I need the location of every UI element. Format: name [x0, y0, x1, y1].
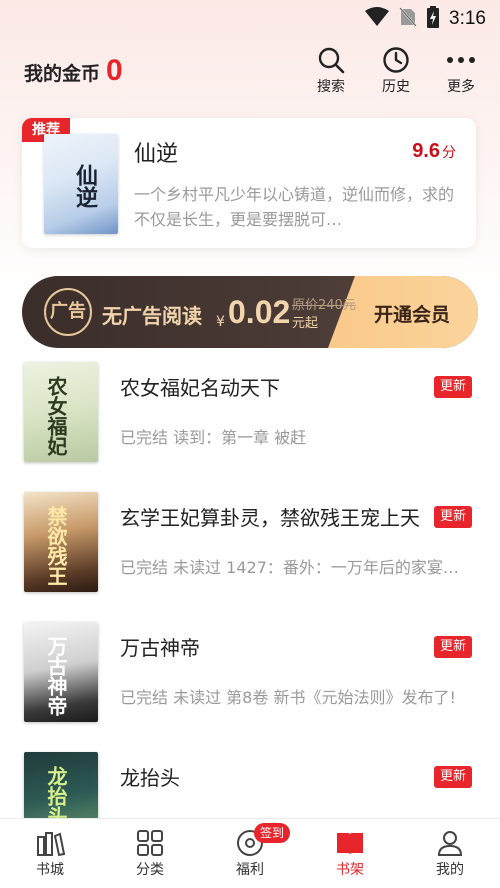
- search-icon: [306, 46, 356, 74]
- cover-title: 龙抬头: [44, 766, 68, 826]
- update-badge: 更新: [434, 376, 472, 398]
- vip-original-price: 原价240元: [292, 298, 356, 313]
- recommend-score: 9.6 分: [412, 140, 456, 163]
- vip-banner[interactable]: 广告 无广告阅读 ¥ 0.02 原价240元 元起 开通会员: [22, 276, 478, 348]
- list-item[interactable]: 万古神帝 万古神帝 已完结 未读过 第8卷 新书《元始法则》发布了! 更新: [0, 622, 500, 742]
- recommend-card[interactable]: 推荐 仙逆 仙逆 9.6 分 一个乡村平凡少年以心铸道，逆仙而修，求的不仅是长生…: [22, 118, 476, 248]
- search-label: 搜索: [317, 79, 345, 95]
- book-cover: 仙逆: [44, 134, 118, 234]
- book-meta: 已完结 读到：第一章 被赶: [120, 428, 307, 447]
- update-badge: 更新: [434, 636, 472, 658]
- recommend-title: 仙逆: [134, 142, 179, 167]
- sign-in-badge[interactable]: 签到: [254, 823, 291, 843]
- open-vip-button[interactable]: 开通会员: [374, 300, 450, 327]
- tab-mine[interactable]: 我的: [420, 829, 480, 879]
- book-meta: 已完结 未读过 第8卷 新书《元始法则》发布了!: [120, 688, 456, 707]
- book-cover: 农女福妃: [24, 362, 98, 462]
- more-icon: [436, 46, 486, 74]
- list-item[interactable]: 禁欲残王 玄学王妃算卦灵，禁欲残王宠上天 已完结 未读过 1427：番外：一万年…: [0, 492, 500, 612]
- update-badge: 更新: [434, 506, 472, 528]
- bookshelf-icon: [320, 829, 380, 857]
- no-sim-icon: [399, 7, 417, 31]
- history-label: 历史: [382, 79, 410, 95]
- list-item[interactable]: 农女福妃 农女福妃名动天下 已完结 读到：第一章 被赶 更新: [0, 362, 500, 482]
- vip-price: 0.02: [228, 294, 291, 330]
- book-title: 龙抬头: [120, 766, 180, 790]
- vip-price-suffix: 元起: [292, 316, 319, 331]
- clock-icon: [371, 46, 421, 74]
- header: 我的金币 0 搜索 历史 更多: [0, 40, 500, 106]
- tab-category[interactable]: 分类: [120, 829, 180, 879]
- cover-title: 禁欲残王: [44, 506, 68, 586]
- category-icon: [120, 829, 180, 857]
- cover-title: 农女福妃: [44, 376, 68, 456]
- wifi-icon: [365, 7, 390, 31]
- my-coins[interactable]: 我的金币 0: [24, 54, 123, 88]
- battery-icon: [427, 6, 440, 32]
- update-badge: 更新: [434, 766, 472, 788]
- more-button[interactable]: 更多: [436, 46, 486, 96]
- vip-currency: ¥: [216, 314, 225, 330]
- tab-bookstore[interactable]: 书城: [20, 829, 80, 879]
- tab-label: 分类: [136, 862, 164, 878]
- score-unit: 分: [442, 145, 456, 161]
- bottom-nav: 书城 分类 福利 签到 书架 我的: [0, 818, 500, 888]
- book-cover: 禁欲残王: [24, 492, 98, 592]
- bookstore-icon: [20, 829, 80, 857]
- book-title: 玄学王妃算卦灵，禁欲残王宠上天: [120, 506, 420, 530]
- recommend-description: 一个乡村平凡少年以心铸道，逆仙而修，求的不仅是长生，更是要摆脱可…: [134, 185, 455, 229]
- history-button[interactable]: 历史: [371, 46, 421, 96]
- coins-label: 我的金币: [24, 63, 101, 85]
- tab-bookshelf[interactable]: 书架: [320, 829, 380, 879]
- tab-label: 书架: [336, 862, 364, 878]
- book-cover: 万古神帝: [24, 622, 98, 722]
- more-label: 更多: [447, 79, 475, 95]
- book-title: 农女福妃名动天下: [120, 376, 280, 400]
- no-ads-logo: 广告: [44, 288, 92, 336]
- tab-label: 我的: [436, 862, 464, 878]
- coins-value: 0: [106, 54, 123, 87]
- book-meta: 已完结 未读过 1427：番外：一万年后的家宴…: [120, 558, 459, 577]
- vip-title: 无广告阅读: [102, 304, 202, 328]
- status-bar: 3:16: [0, 0, 500, 36]
- tab-label: 书城: [36, 862, 64, 878]
- cover-title: 仙逆: [72, 164, 97, 208]
- search-button[interactable]: 搜索: [306, 46, 356, 96]
- user-icon: [420, 829, 480, 857]
- cover-title: 万古神帝: [44, 636, 68, 716]
- book-title: 万古神帝: [120, 636, 200, 660]
- tab-label: 福利: [236, 862, 264, 878]
- score-value: 9.6: [412, 140, 440, 162]
- status-time: 3:16: [449, 8, 486, 29]
